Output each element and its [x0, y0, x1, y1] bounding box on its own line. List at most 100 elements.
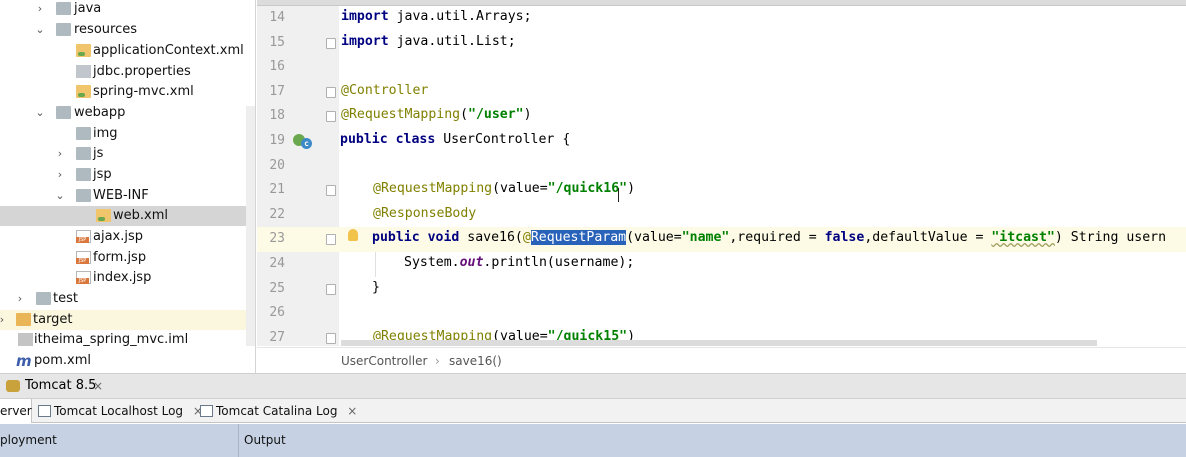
tree-item-jdbc-properties[interactable]: jdbc.properties	[0, 62, 255, 82]
code-line[interactable]: 20	[257, 154, 1186, 179]
tree-item-test[interactable]: › test	[0, 289, 255, 309]
tree-item-spring-mvc[interactable]: spring-mvc.xml	[0, 82, 255, 102]
line-number: 18	[269, 108, 285, 124]
code-text: import java.util.List;	[341, 34, 516, 49]
code-line[interactable]: 25 }	[257, 277, 1186, 302]
line-number: 26	[269, 305, 285, 321]
code-rest: ,defaultValue =	[864, 230, 992, 246]
keyword: import	[341, 33, 389, 49]
code-line[interactable]: 22 @ResponseBody	[257, 203, 1186, 228]
breadcrumb-method[interactable]: save16()	[449, 348, 502, 373]
pane-divider[interactable]	[238, 424, 239, 457]
tree-item-label: spring-mvc.xml	[93, 84, 194, 99]
chevron-right-icon[interactable]: ›	[54, 144, 66, 164]
line-number: 16	[269, 59, 285, 75]
selected-text[interactable]: RequestParam	[530, 230, 627, 246]
tree-scrollbar[interactable]	[246, 106, 255, 346]
fold-marker-icon[interactable]	[326, 86, 336, 98]
code-rest: }	[372, 279, 380, 295]
folder-icon	[76, 168, 91, 181]
string-literal: "/quick16"	[547, 181, 628, 197]
breadcrumb-class[interactable]: UserController	[341, 348, 427, 373]
tab-catalina-log[interactable]: Tomcat Catalina Log ×	[200, 399, 357, 423]
fold-marker-icon[interactable]	[326, 234, 336, 246]
code-line[interactable]: 14 import java.util.Arrays;	[257, 6, 1186, 31]
code-line[interactable]: 15 import java.util.List;	[257, 31, 1186, 56]
tree-item-resources[interactable]: ⌄ resources	[0, 20, 255, 40]
tree-item-target[interactable]: › target	[0, 310, 255, 330]
jsp-file-icon	[76, 271, 91, 284]
chevron-down-icon[interactable]: ⌄	[34, 20, 46, 40]
code-punct: )	[523, 107, 532, 123]
run-config-tab[interactable]: Tomcat 8.5	[25, 374, 96, 398]
target-folder-icon	[16, 313, 31, 326]
tree-item-pom[interactable]: m pom.xml	[0, 351, 255, 371]
xml-file-icon	[76, 44, 91, 57]
tree-item-form-jsp[interactable]: form.jsp	[0, 248, 255, 268]
tree-item-img[interactable]: img	[0, 124, 255, 144]
project-tree: › java ⌄ resources applicationContext.xm…	[0, 0, 256, 373]
lightbulb-icon[interactable]	[348, 229, 358, 242]
log-tab-strip: erver Tomcat Localhost Log × Tomcat Cata…	[0, 398, 1186, 423]
close-icon[interactable]: ×	[93, 374, 103, 398]
tree-item-applicationcontext[interactable]: applicationContext.xml	[0, 41, 255, 61]
tab-server[interactable]: erver	[0, 399, 32, 423]
tree-item-label: applicationContext.xml	[93, 43, 244, 58]
line-number: 20	[269, 157, 285, 173]
jsp-file-icon	[76, 251, 91, 264]
tree-item-ajax-jsp[interactable]: ajax.jsp	[0, 227, 255, 247]
horizontal-scrollbar[interactable]	[341, 340, 1097, 346]
code-line[interactable]: 17 @Controller	[257, 80, 1186, 105]
fold-marker-icon[interactable]	[326, 283, 336, 295]
iml-file-icon	[18, 333, 33, 346]
code-line[interactable]: 24 System.out.println(username);	[257, 252, 1186, 277]
class-c-icon[interactable]: c	[301, 138, 312, 149]
code-line[interactable]: 19 c public class UserController {	[257, 129, 1186, 154]
chevron-down-icon[interactable]: ⌄	[34, 103, 46, 123]
code-line[interactable]: 18 @RequestMapping("/user")	[257, 104, 1186, 129]
tree-item-js[interactable]: › js	[0, 144, 255, 164]
static-field: out	[459, 255, 484, 270]
tree-item-iml[interactable]: itheima_spring_mvc.iml	[0, 330, 255, 350]
fold-marker-icon[interactable]	[326, 37, 336, 49]
line-number: 19	[269, 133, 285, 148]
tree-item-web-xml[interactable]: web.xml	[0, 206, 255, 226]
xml-file-icon	[76, 85, 91, 98]
line-number: 17	[269, 83, 285, 99]
log-icon	[38, 405, 51, 417]
chevron-down-icon[interactable]: ⌄	[54, 186, 66, 206]
annotation: @ResponseBody	[373, 205, 477, 221]
code-editor[interactable]: 14 import java.util.Arrays; 15 import ja…	[257, 0, 1186, 373]
code-rest: save16(	[459, 230, 523, 246]
chevron-right-icon[interactable]: ›	[34, 0, 46, 19]
tree-item-label: js	[93, 146, 104, 161]
code-line[interactable]: 21 @RequestMapping(value="/quick16")	[257, 178, 1186, 203]
tree-item-index-jsp[interactable]: index.jsp	[0, 268, 255, 288]
output-header: Output	[244, 433, 286, 447]
code-line-current[interactable]: 23 public void save16(@RequestParam(valu…	[257, 227, 1186, 252]
jsp-file-icon	[76, 230, 91, 243]
close-icon[interactable]: ×	[347, 404, 357, 418]
tab-label: Tomcat Catalina Log	[216, 404, 338, 418]
chevron-right-icon[interactable]: ›	[14, 289, 26, 309]
tree-item-label: target	[33, 312, 73, 327]
chevron-right-icon[interactable]: ›	[54, 165, 66, 185]
code-line[interactable]: 16	[257, 55, 1186, 80]
tree-item-java[interactable]: › java	[0, 0, 255, 19]
tree-item-web-inf[interactable]: ⌄ WEB-INF	[0, 186, 255, 206]
tab-localhost-log[interactable]: Tomcat Localhost Log ×	[38, 399, 203, 423]
tree-item-webapp[interactable]: ⌄ webapp	[0, 103, 255, 123]
keyword: public class	[340, 132, 436, 147]
fold-marker-icon[interactable]	[326, 185, 336, 197]
fold-marker-icon[interactable]	[326, 111, 336, 123]
code-rest: (value=	[626, 230, 682, 246]
chevron-right-icon[interactable]: ›	[0, 310, 8, 330]
line-number: 23	[269, 231, 285, 247]
code-line[interactable]: 26	[257, 301, 1186, 326]
tree-item-jsp[interactable]: › jsp	[0, 165, 255, 185]
folder-icon	[76, 189, 91, 202]
line-number: 27	[269, 329, 285, 345]
folder-icon	[56, 2, 71, 15]
tab-label: Tomcat Localhost Log	[54, 404, 184, 418]
fold-marker-icon[interactable]	[326, 332, 336, 344]
